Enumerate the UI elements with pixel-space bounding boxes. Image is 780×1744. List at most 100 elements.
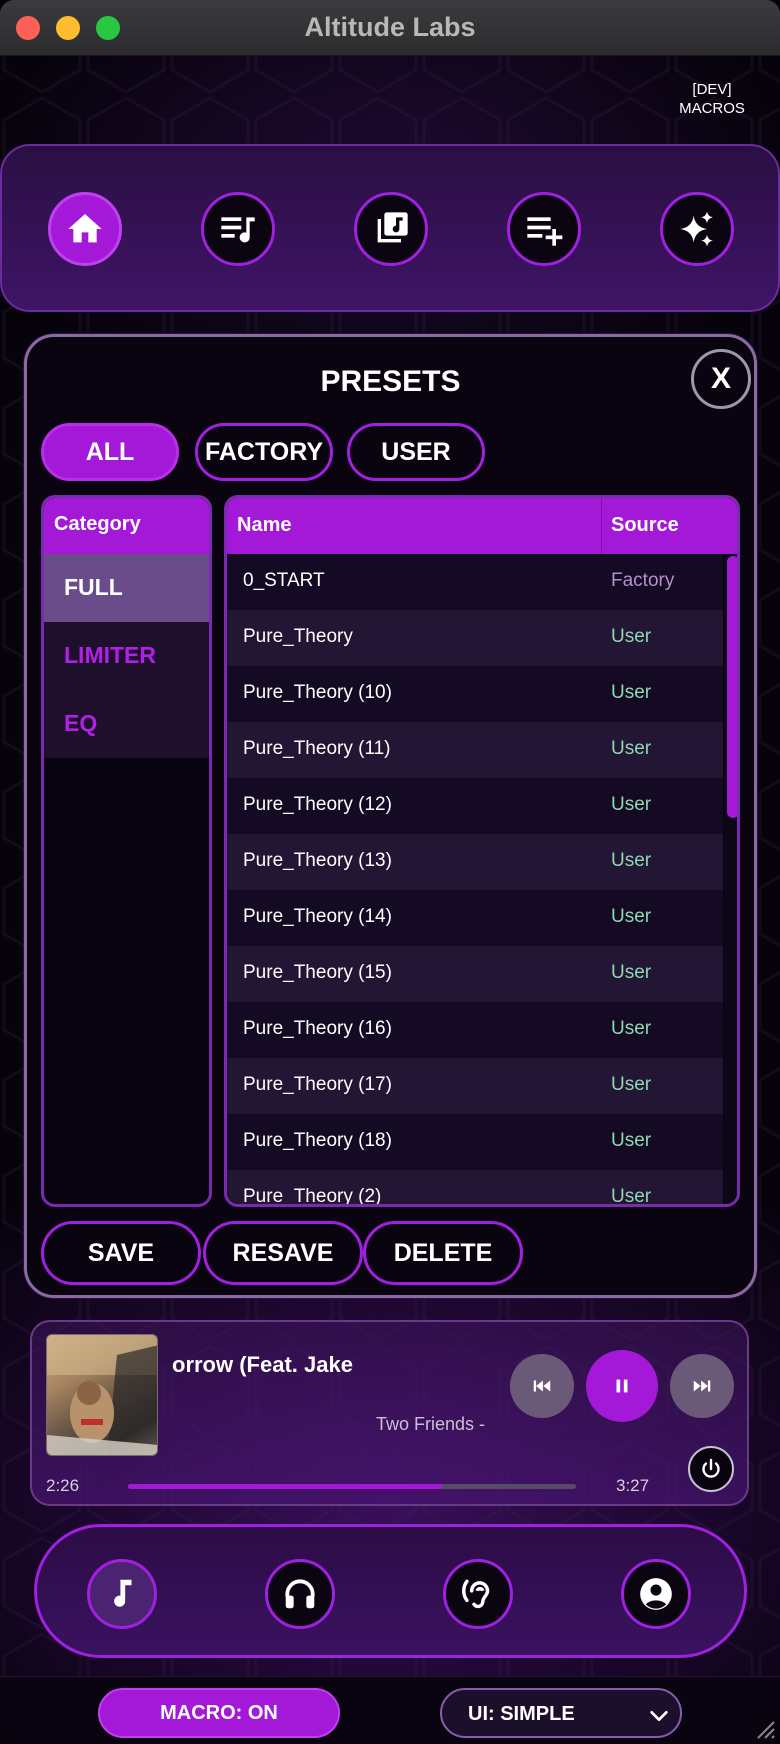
- table-body: 0_START Factory Pure_Theory User Pure_Theory…: [227, 554, 723, 1207]
- music-list-icon: [221, 217, 255, 243]
- preset-source: User: [611, 626, 652, 647]
- dev-macros-link[interactable]: [DEV] MACROS: [672, 80, 752, 118]
- column-name-header[interactable]: Name: [237, 514, 291, 537]
- table-row[interactable]: Pure_Theory (14) User: [227, 890, 723, 946]
- preset-source: User: [611, 1018, 652, 1039]
- table-row[interactable]: Pure_Theory (13) User: [227, 834, 723, 890]
- category-full[interactable]: FULL: [44, 554, 209, 622]
- column-divider: [601, 498, 602, 554]
- preset-name: Pure_Theory (11): [243, 738, 391, 759]
- table-row[interactable]: Pure_Theory (12) User: [227, 778, 723, 834]
- preset-name: Pure_Theory: [243, 626, 353, 647]
- total-duration: 3:27: [616, 1476, 650, 1495]
- next-track-button[interactable]: [670, 1354, 734, 1418]
- macro-toggle-button[interactable]: MACRO: ON: [98, 1688, 340, 1738]
- preset-source: Factory: [611, 570, 675, 591]
- category-eq[interactable]: EQ: [44, 690, 209, 758]
- table-row[interactable]: Pure_Theory (18) User: [227, 1114, 723, 1170]
- preset-source: User: [611, 1130, 652, 1151]
- category-limiter[interactable]: LIMITER: [44, 622, 209, 690]
- preset-name: Pure_Theory (10): [243, 682, 392, 703]
- account-icon: [640, 1578, 672, 1610]
- skip-next-icon: [693, 1380, 711, 1392]
- nav-playlist-button[interactable]: [201, 192, 275, 266]
- scrollbar-thumb[interactable]: [727, 556, 737, 818]
- category-header: Category: [44, 498, 209, 554]
- ui-mode-select[interactable]: UI: SIMPLE: [440, 1688, 682, 1738]
- resize-grip-icon[interactable]: [752, 1716, 776, 1740]
- table-header: Name Source: [227, 498, 737, 554]
- album-art: [46, 1334, 158, 1456]
- ui-mode-label: UI: SIMPLE: [468, 1703, 575, 1725]
- bottom-nav-music-button[interactable]: [87, 1559, 157, 1629]
- power-icon: [702, 1458, 720, 1478]
- music-library-icon: [377, 212, 408, 243]
- preset-name: Pure_Theory (15): [243, 962, 392, 983]
- home-icon: [68, 214, 102, 243]
- presets-panel: PRESETS X ALL FACTORY USER Category FULL…: [24, 334, 757, 1298]
- filter-user-button[interactable]: USER: [347, 423, 485, 481]
- category-list: Category FULL LIMITER EQ: [41, 495, 212, 1207]
- track-artist: Two Friends -: [376, 1414, 486, 1434]
- filter-all-button[interactable]: ALL: [41, 423, 179, 481]
- presets-table: Name Source 0_START Factory Pure_Theory Use…: [224, 495, 740, 1207]
- preset-source: User: [611, 738, 652, 759]
- table-row[interactable]: Pure_Theory (2) User: [227, 1170, 723, 1207]
- preset-source: User: [611, 962, 652, 983]
- headphones-icon: [285, 1579, 315, 1609]
- preset-source: User: [611, 682, 652, 703]
- preset-name: Pure_Theory (2): [243, 1186, 382, 1207]
- app-window: Altitude Labs [DEV] MACROS PRESETS X ALL…: [0, 0, 780, 1744]
- nav-library-button[interactable]: [354, 192, 428, 266]
- nav-home-button[interactable]: [48, 192, 122, 266]
- bottom-nav: [34, 1524, 747, 1658]
- nav-add-queue-button[interactable]: [507, 192, 581, 266]
- preset-source: User: [611, 794, 652, 815]
- chevron-down-icon: [650, 1710, 668, 1722]
- progress-fill: [128, 1484, 442, 1489]
- table-row[interactable]: Pure_Theory (11) User: [227, 722, 723, 778]
- bottom-nav-account-button[interactable]: [621, 1559, 691, 1629]
- music-note-icon: [114, 1579, 132, 1607]
- preset-source: User: [611, 906, 652, 927]
- window-title: Altitude Labs: [304, 12, 476, 42]
- pause-button[interactable]: [586, 1350, 658, 1422]
- preset-name: Pure_Theory (17): [243, 1074, 392, 1095]
- pause-icon: [616, 1379, 628, 1393]
- power-button[interactable]: [688, 1446, 734, 1492]
- top-nav: [0, 144, 780, 312]
- title-bar: Altitude Labs: [0, 0, 780, 56]
- dev-label: [DEV]: [692, 81, 732, 98]
- save-button[interactable]: SAVE: [41, 1221, 201, 1285]
- delete-button[interactable]: DELETE: [363, 1221, 523, 1285]
- preset-name: Pure_Theory (12): [243, 794, 392, 815]
- table-row[interactable]: Pure_Theory (15) User: [227, 946, 723, 1002]
- table-row[interactable]: Pure_Theory (16) User: [227, 1002, 723, 1058]
- preset-name: 0_START: [243, 570, 325, 591]
- elapsed-time: 2:26: [46, 1476, 80, 1495]
- sparkles-icon: [680, 211, 713, 247]
- macros-label: MACROS: [679, 100, 745, 117]
- preset-name: Pure_Theory (18): [243, 1130, 392, 1151]
- preset-name: Pure_Theory (14): [243, 906, 392, 927]
- nav-sparkles-button[interactable]: [660, 192, 734, 266]
- previous-track-button[interactable]: [510, 1354, 574, 1418]
- resave-button[interactable]: RESAVE: [203, 1221, 363, 1285]
- column-source-header[interactable]: Source: [611, 514, 679, 537]
- progress-bar[interactable]: [128, 1484, 576, 1489]
- preset-name: Pure_Theory (13): [243, 850, 392, 871]
- table-row[interactable]: 0_START Factory: [227, 554, 723, 610]
- filter-factory-button[interactable]: FACTORY: [195, 423, 333, 481]
- preset-name: Pure_Theory (16): [243, 1018, 392, 1039]
- close-presets-button[interactable]: X: [691, 349, 751, 409]
- table-row[interactable]: Pure_Theory User: [227, 610, 723, 666]
- table-row[interactable]: Pure_Theory (10) User: [227, 666, 723, 722]
- table-row[interactable]: Pure_Theory (17) User: [227, 1058, 723, 1114]
- preset-source: User: [611, 850, 652, 871]
- playlist-add-icon: [527, 217, 563, 246]
- preset-source: User: [611, 1074, 652, 1095]
- hearing-icon: [462, 1579, 490, 1609]
- preset-source: User: [611, 1186, 652, 1207]
- bottom-nav-hearing-button[interactable]: [443, 1559, 513, 1629]
- bottom-nav-headphones-button[interactable]: [265, 1559, 335, 1629]
